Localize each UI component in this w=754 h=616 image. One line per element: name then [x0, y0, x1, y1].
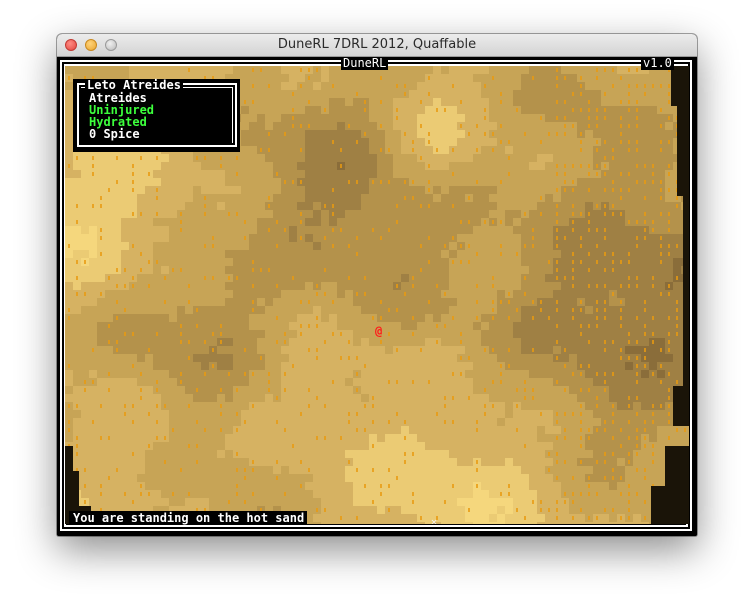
console-title: DuneRL: [341, 56, 389, 70]
message-log: You are standing on the hot sand: [69, 511, 308, 525]
status-panel: Leto Atreides Atreides Uninjured Hydrate…: [73, 79, 240, 152]
close-button[interactable]: [65, 39, 77, 51]
map-marker-white: ✕: [431, 517, 438, 525]
character-name: Leto Atreides: [85, 78, 183, 92]
player-character: @: [375, 324, 383, 338]
zoom-button[interactable]: [105, 39, 117, 51]
window-title: DuneRL 7DRL 2012, Quaffable: [277, 37, 477, 52]
game-console[interactable]: @ ✕ ! DuneRL v1.0 Leto Atreides Atreides…: [57, 57, 697, 536]
window-titlebar[interactable]: DuneRL 7DRL 2012, Quaffable: [57, 34, 697, 57]
spice-count: 0 Spice: [89, 127, 140, 141]
minimize-button[interactable]: [85, 39, 97, 51]
game-window: DuneRL 7DRL 2012, Quaffable @ ✕ ! DuneRL…: [57, 34, 697, 536]
version-label: v1.0: [641, 56, 674, 70]
